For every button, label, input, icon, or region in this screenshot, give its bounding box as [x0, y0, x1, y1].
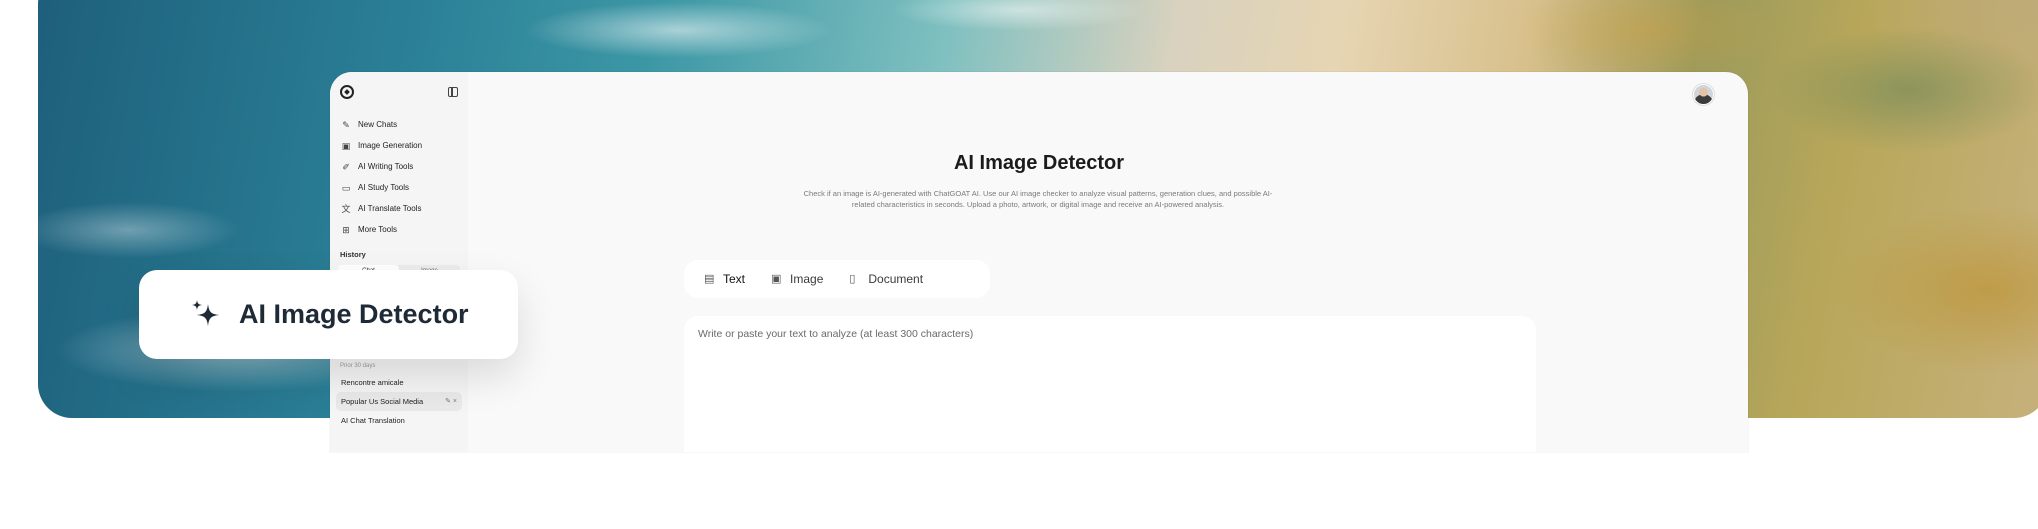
stage: ✎ New Chats ▣ Image Generation ✐ AI Writ…	[0, 0, 2038, 529]
text-input-area	[684, 316, 1536, 452]
history-item-actions: ✎ ×	[445, 392, 457, 411]
document-icon: ▯	[849, 272, 856, 285]
sidebar-item-label: More Tools	[358, 225, 397, 234]
tab-document[interactable]: ▯ Document	[843, 265, 929, 293]
history-item[interactable]: Rencontre amicale	[336, 373, 462, 392]
avatar[interactable]	[1693, 84, 1714, 105]
sidebar-item-label: AI Study Tools	[358, 183, 409, 192]
page-description: Check if an image is AI-generated with C…	[803, 189, 1273, 209]
sidebar-toggle-icon[interactable]	[448, 87, 458, 97]
tab-label: Document	[868, 272, 924, 286]
history-item[interactable]: Popular Us Social Media ✎ ×	[336, 392, 462, 411]
history-group-label: Prior 30 days	[340, 363, 376, 369]
translate-icon: 文	[341, 203, 351, 214]
document-text-icon: ▤	[704, 272, 715, 285]
sidebar-item-label: New Chats	[358, 120, 398, 129]
image-icon: ▣	[771, 272, 782, 285]
sparkles-icon	[192, 299, 219, 326]
tab-text[interactable]: ▤ Text	[698, 265, 751, 293]
history-item-label: AI Chat Translation	[341, 416, 405, 425]
sidebar-header	[336, 84, 462, 100]
tab-label: Text	[723, 272, 746, 286]
page-title: AI Image Detector	[953, 152, 1125, 174]
tab-image[interactable]: ▣ Image	[765, 265, 829, 293]
sidebar: ✎ New Chats ▣ Image Generation ✐ AI Writ…	[330, 72, 468, 452]
history-item-label: Rencontre amicale	[341, 378, 404, 387]
sidebar-item-label: AI Translate Tools	[358, 204, 422, 213]
text-input[interactable]	[698, 328, 1522, 452]
close-icon[interactable]: ×	[453, 398, 457, 405]
history-item[interactable]: AI Chat Translation	[336, 411, 462, 430]
grid-icon: ⊞	[342, 224, 350, 235]
feature-badge: AI Image Detector	[139, 270, 518, 359]
history-item-label: Popular Us Social Media	[341, 397, 424, 406]
tab-label: Image	[790, 272, 824, 286]
logo-icon[interactable]	[340, 85, 354, 99]
sidebar-item-ai-study-tools[interactable]: ▭ AI Study Tools	[336, 177, 462, 198]
sidebar-item-ai-translate-tools[interactable]: 文 AI Translate Tools	[336, 198, 462, 219]
book-icon: ▭	[341, 182, 351, 193]
mode-tabs: ▤ Text ▣ Image ▯ Document	[684, 260, 990, 298]
app-window: ✎ New Chats ▣ Image Generation ✐ AI Writ…	[330, 72, 1748, 452]
edit-icon: ✎	[342, 119, 350, 130]
image-icon: ▣	[341, 140, 351, 151]
history-heading: History	[340, 250, 366, 259]
sidebar-item-label: Image Generation	[358, 141, 423, 150]
sidebar-item-more-tools[interactable]: ⊞ More Tools	[336, 219, 462, 240]
pencil-icon[interactable]: ✎	[445, 398, 451, 405]
badge-label: AI Image Detector	[239, 299, 469, 329]
sidebar-item-new-chats[interactable]: ✎ New Chats	[336, 114, 462, 135]
